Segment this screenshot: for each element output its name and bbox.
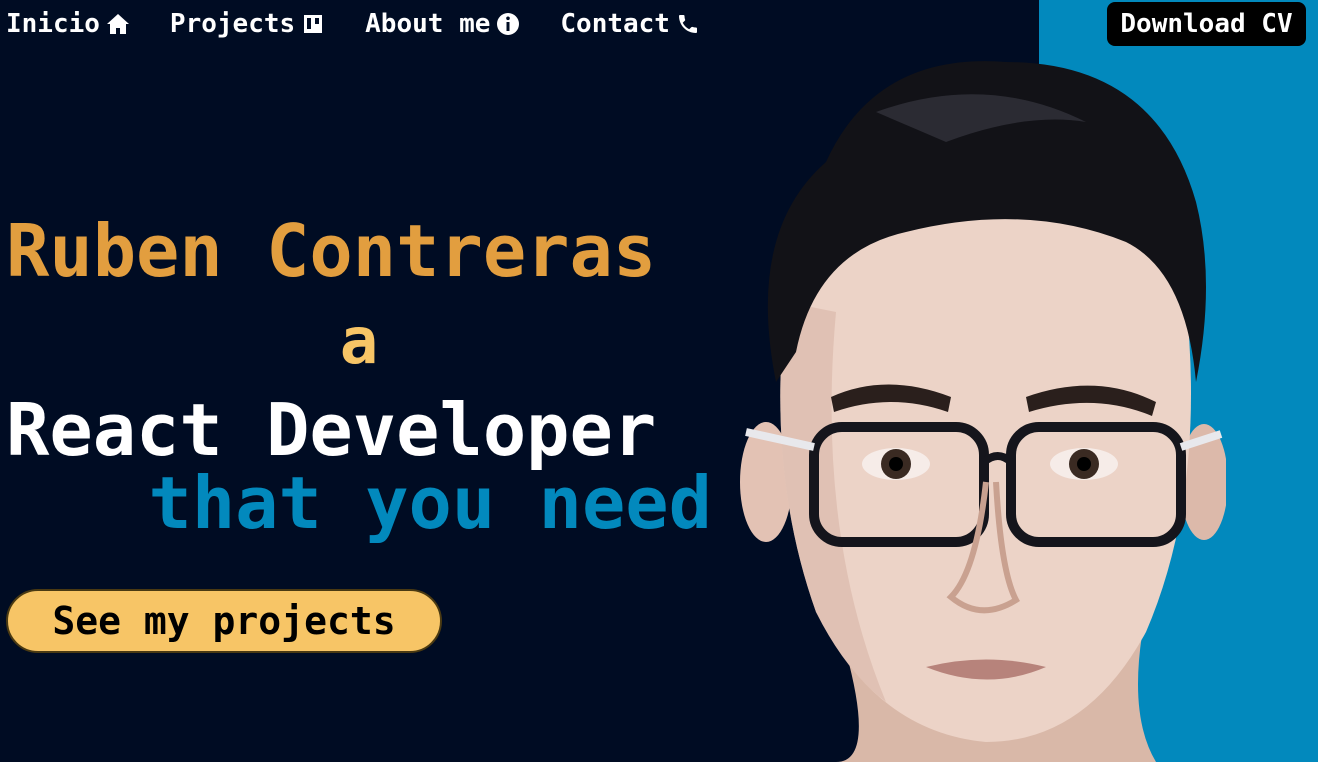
nav-item-label: Projects [169,9,296,39]
nav-item-projects[interactable]: Projects [170,9,325,39]
portrait-image [740,61,1226,762]
hero-heading: Ruben Contreras a React Developer that y… [6,209,712,545]
nav-item-inicio[interactable]: Inicio [6,9,130,39]
trello-icon [304,15,323,33]
heading-article: a [339,305,379,379]
nav-item-label: Contact [560,9,670,39]
home-icon [106,14,129,34]
download-cv-button[interactable]: Download CV [1107,2,1306,46]
main-navigation: Inicio Projects About me Contact [6,0,740,48]
phone-icon [678,15,697,33]
nav-item-label: About me [365,9,491,39]
nav-item-about[interactable]: About me [365,9,520,39]
developer-role: React Developer [6,388,657,472]
info-icon [497,13,520,35]
nav-item-label: Inicio [6,9,100,39]
see-projects-button[interactable]: See my projects [6,589,442,653]
hero-tagline: that you need [148,461,712,545]
nav-item-contact[interactable]: Contact [560,9,700,39]
developer-name: Ruben Contreras [6,209,657,293]
